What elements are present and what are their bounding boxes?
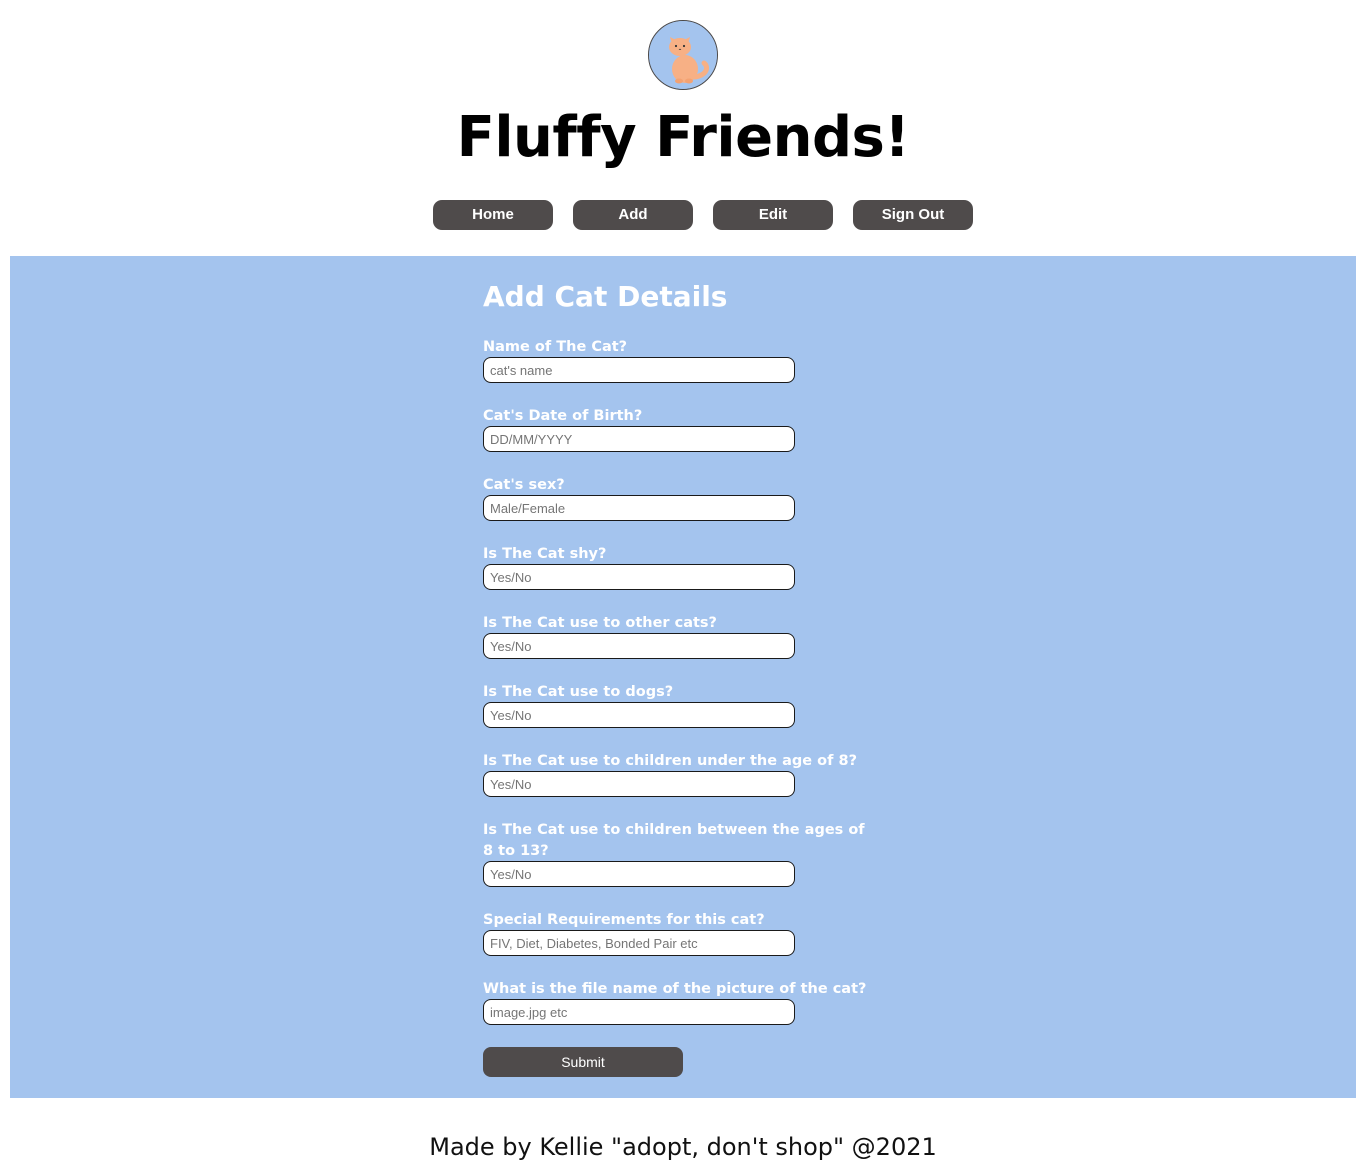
cat-shy-input[interactable] <box>483 564 795 590</box>
nav-home-button[interactable]: Home <box>433 200 553 230</box>
children-8-to-13-label: Is The Cat use to children between the a… <box>483 822 865 859</box>
nav-edit-button[interactable]: Edit <box>713 200 833 230</box>
cat-dob-label: Cat's Date of Birth? <box>483 408 643 424</box>
site-header: Fluffy Friends! Home Add Edit Sign Out <box>0 0 1366 256</box>
cat-sex-label: Cat's sex? <box>483 477 565 493</box>
submit-button[interactable]: Submit <box>483 1047 683 1077</box>
cat-name-input[interactable] <box>483 357 795 383</box>
nav-sign-out-button[interactable]: Sign Out <box>853 200 973 230</box>
cat-name-label: Name of The Cat? <box>483 339 628 355</box>
special-requirements-label: Special Requirements for this cat? <box>483 912 765 928</box>
cat-sex-input[interactable] <box>483 495 795 521</box>
special-requirements-input[interactable] <box>483 930 795 956</box>
children-8-to-13-input[interactable] <box>483 861 795 887</box>
children-under-8-label: Is The Cat use to children under the age… <box>483 753 858 769</box>
main-nav: Home Add Edit Sign Out <box>0 200 1366 230</box>
site-title: Fluffy Friends! <box>456 105 910 170</box>
picture-filename-input[interactable] <box>483 999 795 1025</box>
footer-text: Made by Kellie "adopt, don't shop" @2021 <box>429 1133 937 1161</box>
dogs-label: Is The Cat use to dogs? <box>483 684 674 700</box>
picture-filename-label: What is the file name of the picture of … <box>483 981 867 997</box>
other-cats-label: Is The Cat use to other cats? <box>483 615 717 631</box>
cat-logo-icon <box>648 20 718 90</box>
dogs-input[interactable] <box>483 702 795 728</box>
other-cats-input[interactable] <box>483 633 795 659</box>
nav-add-button[interactable]: Add <box>573 200 693 230</box>
children-under-8-input[interactable] <box>483 771 795 797</box>
cat-shy-label: Is The Cat shy? <box>483 546 607 562</box>
add-cat-panel: Add Cat Details Name of The Cat? Cat's D… <box>10 256 1356 1098</box>
cat-dob-input[interactable] <box>483 426 795 452</box>
form-title: Add Cat Details <box>483 280 728 313</box>
